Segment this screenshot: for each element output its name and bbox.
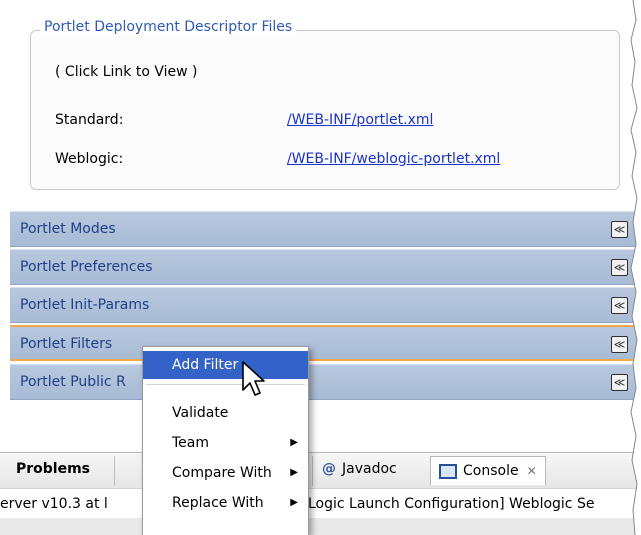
context-menu: Add Filter Validate Team ▶ Compare With …: [142, 346, 309, 535]
submenu-arrow-icon: ▶: [290, 497, 298, 508]
section-portlet-preferences[interactable]: Portlet Preferences ≪: [10, 249, 638, 285]
tab-console-label: Console: [463, 463, 519, 479]
expand-icon[interactable]: ≪: [611, 336, 628, 353]
console-icon: [439, 463, 457, 479]
click-link-hint: ( Click Link to View ): [55, 64, 198, 80]
tab-console[interactable]: Console ✕: [430, 456, 546, 485]
menu-item-label: Validate: [172, 405, 229, 421]
section-label: Portlet Modes: [20, 221, 116, 237]
close-icon[interactable]: ✕: [527, 464, 537, 478]
menu-item-validate[interactable]: Validate: [143, 399, 308, 427]
section-label: Portlet Public R: [20, 374, 126, 390]
menu-item-replace-with[interactable]: Replace With ▶: [143, 489, 308, 517]
section-portlet-init-params[interactable]: Portlet Init-Params ≪: [10, 287, 638, 323]
section-portlet-modes[interactable]: Portlet Modes ≪: [10, 211, 638, 247]
expand-icon[interactable]: ≪: [611, 297, 628, 314]
submenu-arrow-icon: ▶: [290, 437, 298, 448]
editor-window: Portlet Deployment Descriptor Files ( Cl…: [0, 0, 641, 535]
menu-item-team[interactable]: Team ▶: [143, 429, 308, 457]
expand-icon[interactable]: ≪: [611, 259, 628, 276]
tab-divider: [114, 456, 115, 486]
submenu-arrow-icon: ▶: [290, 467, 298, 478]
tab-javadoc[interactable]: @ Javadoc: [322, 461, 397, 477]
console-text-right: Logic Launch Configuration] Weblogic Se: [308, 496, 595, 512]
standard-label: Standard:: [55, 112, 124, 128]
menu-item-label: Team: [172, 435, 210, 451]
section-portlet-filters[interactable]: Portlet Filters ≪: [10, 325, 638, 361]
weblogic-label: Weblogic:: [55, 151, 124, 167]
expand-icon[interactable]: ≪: [611, 374, 628, 391]
javadoc-icon: @: [322, 461, 336, 477]
section-label: Portlet Init-Params: [20, 297, 150, 313]
console-output-line: erver v10.3 at l Logic Launch Configurat…: [0, 488, 641, 519]
tab-problems[interactable]: Problems: [16, 461, 90, 477]
section-portlet-public-render[interactable]: Portlet Public R ≪: [10, 364, 638, 400]
bottom-toolbar-strip: [0, 518, 641, 535]
menu-item-label: Replace With: [172, 495, 264, 511]
menu-separator: [146, 384, 305, 385]
mouse-pointer-icon: [242, 361, 265, 396]
torn-edge-decoration: [630, 0, 641, 535]
expand-icon[interactable]: ≪: [611, 221, 628, 238]
menu-item-add-filter[interactable]: Add Filter: [143, 351, 308, 379]
portlet-xml-link[interactable]: /WEB-INF/portlet.xml: [287, 112, 433, 128]
descriptor-group-title: Portlet Deployment Descriptor Files: [40, 19, 297, 35]
console-text-left: erver v10.3 at l: [0, 496, 108, 512]
tab-divider: [312, 456, 313, 486]
menu-item-label: Compare With: [172, 465, 272, 481]
bottom-panel-tabbar: Problems @ Javadoc Console ✕: [0, 452, 641, 489]
section-label: Portlet Preferences: [20, 259, 153, 275]
section-label: Portlet Filters: [20, 336, 113, 352]
menu-item-label: Add Filter: [172, 357, 239, 373]
tab-javadoc-label: Javadoc: [342, 461, 397, 477]
weblogic-portlet-xml-link[interactable]: /WEB-INF/weblogic-portlet.xml: [287, 151, 500, 167]
menu-item-compare-with[interactable]: Compare With ▶: [143, 459, 308, 487]
